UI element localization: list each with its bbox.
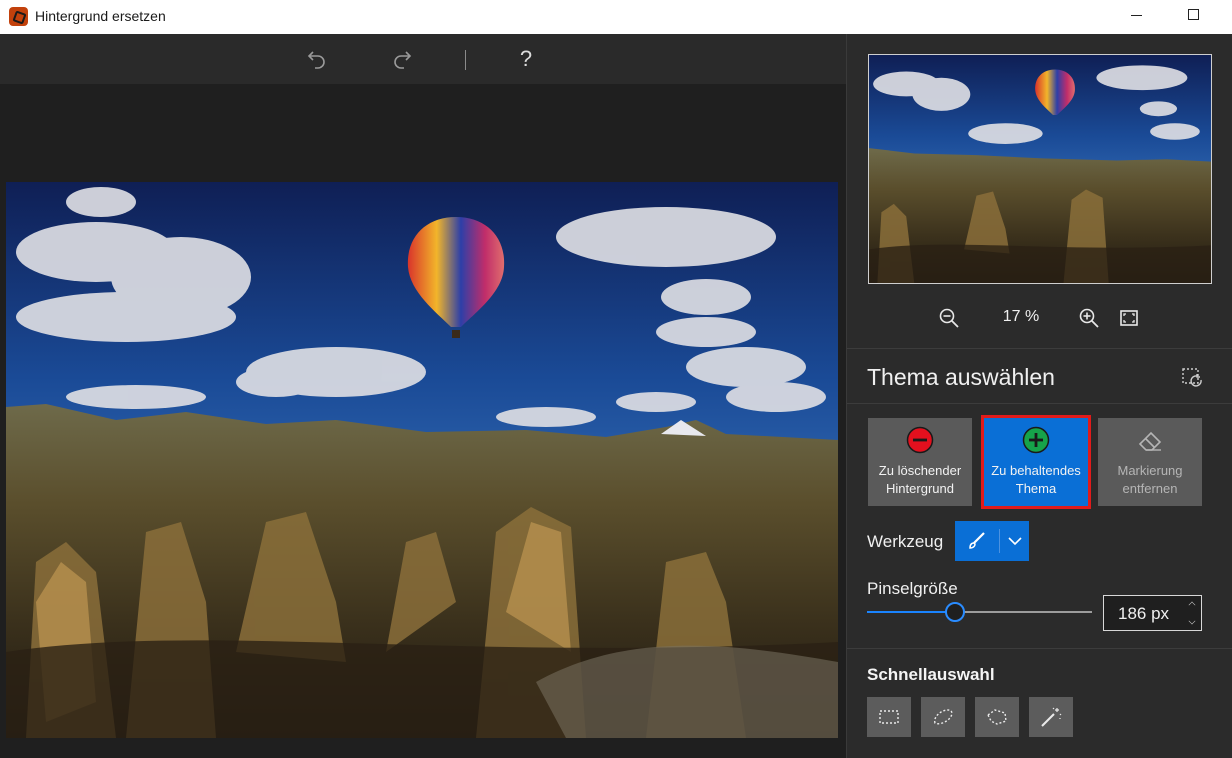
undo-button[interactable] — [302, 44, 332, 74]
window-title: Hintergrund ersetzen — [35, 8, 166, 24]
help-icon: ? — [519, 46, 533, 71]
title-bar: Hintergrund ersetzen — [0, 0, 1232, 34]
fit-to-screen-icon — [1120, 310, 1138, 326]
quick-select-title: Schnellauswahl — [867, 665, 995, 684]
eraser-icon — [1138, 431, 1162, 451]
slider-thumb[interactable] — [944, 602, 965, 622]
polygon-lasso-icon — [987, 709, 1007, 725]
spin-up-icon[interactable] — [1188, 601, 1196, 609]
magic-wand-button[interactable] — [1029, 697, 1073, 737]
brush-icon — [969, 532, 985, 549]
zoom-out-icon — [939, 308, 959, 328]
reset-selection-button[interactable] — [1181, 366, 1203, 388]
remove-marking-button[interactable]: Markierung entfernen — [1098, 418, 1202, 506]
tool-label: Werkzeug — [867, 532, 944, 551]
lasso-icon — [934, 709, 953, 725]
brush-size-value: 186 px — [1118, 604, 1170, 623]
section-title: Thema auswählen — [867, 364, 1055, 390]
slider-fill — [867, 611, 955, 613]
rectangle-select-button[interactable] — [867, 697, 911, 737]
redo-icon — [394, 51, 412, 69]
chevron-down-icon — [1008, 537, 1022, 546]
landscape-photo — [6, 182, 838, 738]
side-panel: 17 % Thema auswählen Zu löschender Hinte… — [846, 34, 1232, 758]
zoom-out-button[interactable] — [937, 306, 961, 330]
zoom-in-icon — [1079, 308, 1099, 328]
panel-divider — [847, 403, 1232, 404]
help-button[interactable]: ? — [511, 44, 541, 74]
remove-background-label: Zu löschender Hintergrund — [878, 463, 962, 496]
redo-button[interactable] — [387, 44, 417, 74]
zoom-level: 17 % — [1002, 308, 1040, 325]
brush-size-label: Pinselgröße — [867, 579, 958, 598]
keep-subject-label: Zu behaltendes Thema — [991, 463, 1081, 496]
spin-down-icon[interactable] — [1188, 617, 1196, 625]
thumbnail-photo — [869, 55, 1211, 283]
navigator-thumbnail[interactable] — [868, 54, 1212, 284]
remove-marking-label: Markierung entfernen — [1117, 463, 1183, 496]
lasso-button[interactable] — [921, 697, 965, 737]
brush-size-input[interactable]: 186 px — [1103, 595, 1202, 631]
panel-divider — [847, 348, 1232, 349]
minimize-button[interactable] — [1131, 15, 1142, 16]
tool-divider — [999, 529, 1000, 553]
main-image[interactable] — [6, 182, 838, 738]
rectangle-select-icon — [879, 710, 899, 724]
reset-selection-icon — [1182, 368, 1202, 387]
plus-circle-icon — [1022, 426, 1050, 454]
minus-circle-icon — [906, 426, 934, 454]
panel-divider — [847, 648, 1232, 649]
polygon-lasso-button[interactable] — [975, 697, 1019, 737]
zoom-in-button[interactable] — [1077, 306, 1101, 330]
editor-toolbar: ? — [0, 34, 846, 84]
fit-to-screen-button[interactable] — [1117, 306, 1141, 330]
image-canvas — [0, 84, 846, 758]
zoom-controls: 17 % — [847, 302, 1232, 332]
keep-subject-button[interactable]: Zu behaltendes Thema — [981, 415, 1091, 509]
undo-icon — [307, 51, 325, 69]
magic-wand-icon — [1041, 707, 1062, 727]
toolbar-divider — [465, 50, 466, 70]
maximize-button[interactable] — [1188, 9, 1199, 20]
brush-size-slider[interactable] — [867, 602, 1092, 622]
app-logo-icon — [9, 7, 28, 26]
remove-background-button[interactable]: Zu löschender Hintergrund — [868, 418, 972, 506]
tool-dropdown[interactable] — [955, 521, 1029, 561]
